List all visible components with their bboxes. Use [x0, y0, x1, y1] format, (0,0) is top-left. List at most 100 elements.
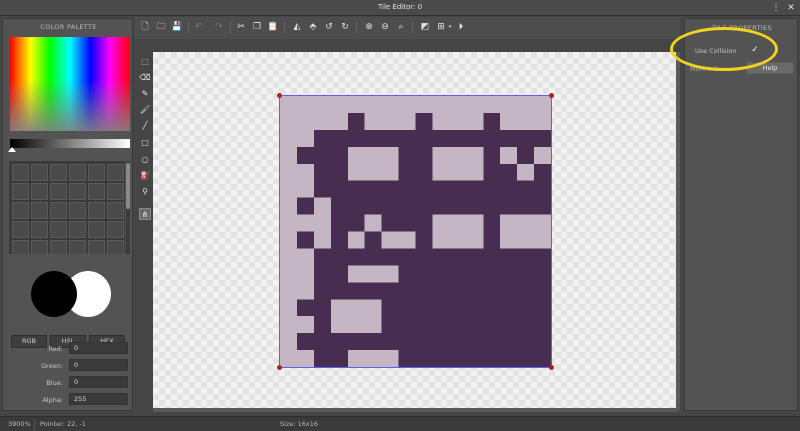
tile-pixel[interactable] — [449, 129, 467, 147]
tile-pixel[interactable] — [466, 96, 484, 113]
tile-pixel[interactable] — [534, 129, 551, 147]
tile-pixel[interactable] — [449, 146, 467, 164]
tile-pixel[interactable] — [517, 299, 535, 317]
tile-pixel[interactable] — [449, 316, 467, 334]
tile-pixel[interactable] — [432, 299, 450, 317]
tile-pixel[interactable] — [415, 163, 433, 181]
tile-pixel[interactable] — [398, 146, 416, 164]
tile-pixel[interactable] — [500, 350, 518, 367]
new-file-icon[interactable]: 🗋 — [139, 21, 151, 33]
tile-pixel[interactable] — [381, 231, 399, 249]
tile-pixel[interactable] — [534, 333, 551, 351]
tile-pixel[interactable] — [534, 214, 551, 232]
resize-handle-bottom-right[interactable] — [549, 365, 554, 370]
tile-pixel[interactable] — [449, 265, 467, 283]
tile-pixel[interactable] — [415, 146, 433, 164]
tile-pixel[interactable] — [466, 197, 484, 215]
tile-pixel[interactable] — [500, 96, 518, 113]
tile-pixel[interactable] — [415, 265, 433, 283]
grid-dropdown-icon[interactable]: ▾ — [447, 21, 453, 33]
tile-pixel[interactable] — [432, 231, 450, 249]
tile-pixel[interactable] — [466, 248, 484, 266]
play-icon[interactable]: ⏵ — [455, 21, 467, 33]
tile-pixel[interactable] — [432, 214, 450, 232]
tile-pixel[interactable] — [330, 112, 348, 130]
tile-pixel[interactable] — [466, 350, 484, 367]
tile-pixel[interactable] — [364, 231, 382, 249]
tile-pixel[interactable] — [347, 265, 365, 283]
tile-pixel[interactable] — [415, 299, 433, 317]
tile-pixel[interactable] — [466, 231, 484, 249]
grid-icon[interactable]: ⊞ — [435, 21, 447, 33]
tile-pixel[interactable] — [483, 163, 501, 181]
tile-pixels[interactable] — [280, 96, 551, 367]
palette-swatch[interactable] — [12, 221, 29, 238]
tile-pixel[interactable] — [296, 96, 314, 113]
tile-pixel[interactable] — [296, 265, 314, 283]
tile-pixel[interactable] — [500, 214, 518, 232]
tile-pixel[interactable] — [398, 163, 416, 181]
tile-pixel[interactable] — [330, 333, 348, 351]
tile-pixel[interactable] — [500, 231, 518, 249]
tile-pixel[interactable] — [280, 265, 297, 283]
tile-pixel[interactable] — [432, 197, 450, 215]
tile-pixel[interactable] — [534, 282, 551, 300]
tile-pixel[interactable] — [449, 214, 467, 232]
tile-pixel[interactable] — [466, 265, 484, 283]
tile-pixel[interactable] — [517, 112, 535, 130]
tile-pixel[interactable] — [330, 197, 348, 215]
tile-pixel[interactable] — [280, 129, 297, 147]
tile-pixel[interactable] — [364, 248, 382, 266]
tile-pixel[interactable] — [347, 333, 365, 351]
palette-swatch[interactable] — [69, 183, 86, 200]
tile-pixel[interactable] — [449, 112, 467, 130]
tile-pixel[interactable] — [381, 146, 399, 164]
pencil-icon[interactable]: ✎ — [139, 88, 151, 100]
tile-pixel[interactable] — [483, 350, 501, 367]
tile-pixel[interactable] — [280, 96, 297, 113]
tile-pixel[interactable] — [466, 146, 484, 164]
eyedropper-icon[interactable]: ⚲ — [139, 186, 151, 198]
tile-pixel[interactable] — [449, 163, 467, 181]
tile-pixel[interactable] — [347, 214, 365, 232]
tile-pixel[interactable] — [280, 163, 297, 181]
tile-pixel[interactable] — [432, 265, 450, 283]
tile-pixel[interactable] — [534, 112, 551, 130]
tile-pixel[interactable] — [296, 350, 314, 367]
tile-pixel[interactable] — [330, 316, 348, 334]
tile-pixel[interactable] — [330, 129, 348, 147]
tile-pixel[interactable] — [313, 180, 331, 198]
tile-pixel[interactable] — [280, 146, 297, 164]
tile-pixel[interactable] — [517, 214, 535, 232]
tile-pixel[interactable] — [517, 350, 535, 367]
tile-pixel[interactable] — [296, 282, 314, 300]
palette-swatch[interactable] — [12, 183, 29, 200]
cut-icon[interactable]: ✂ — [235, 21, 247, 33]
ellipse-icon[interactable]: ○ — [139, 154, 151, 166]
tile-pixel[interactable] — [313, 214, 331, 232]
resize-handle-bottom-left[interactable] — [277, 365, 282, 370]
tile-pixel[interactable] — [449, 248, 467, 266]
tile-pixel[interactable] — [432, 146, 450, 164]
tile-pixel[interactable] — [449, 282, 467, 300]
tile-pixel[interactable] — [280, 112, 297, 130]
tile-pixel[interactable] — [534, 231, 551, 249]
tile-pixel[interactable] — [483, 146, 501, 164]
tile-pixel[interactable] — [280, 282, 297, 300]
tile-pixel[interactable] — [398, 180, 416, 198]
alpha-input[interactable]: 255 — [69, 393, 128, 405]
palette-swatch[interactable] — [50, 164, 67, 181]
tile-pixel[interactable] — [500, 163, 518, 181]
brightness-slider-handle[interactable] — [8, 147, 16, 152]
tile-pixel[interactable] — [347, 350, 365, 367]
tile-pixel[interactable] — [296, 333, 314, 351]
tile-pixel[interactable] — [534, 180, 551, 198]
green-input[interactable]: 0 — [69, 359, 128, 371]
palette-swatch[interactable] — [69, 202, 86, 219]
tile-pixel[interactable] — [483, 248, 501, 266]
tile-pixel[interactable] — [364, 282, 382, 300]
tile-pixel[interactable] — [364, 96, 382, 113]
tile-pixel[interactable] — [432, 96, 450, 113]
tile-pixel[interactable] — [415, 350, 433, 367]
tile-pixel[interactable] — [313, 282, 331, 300]
